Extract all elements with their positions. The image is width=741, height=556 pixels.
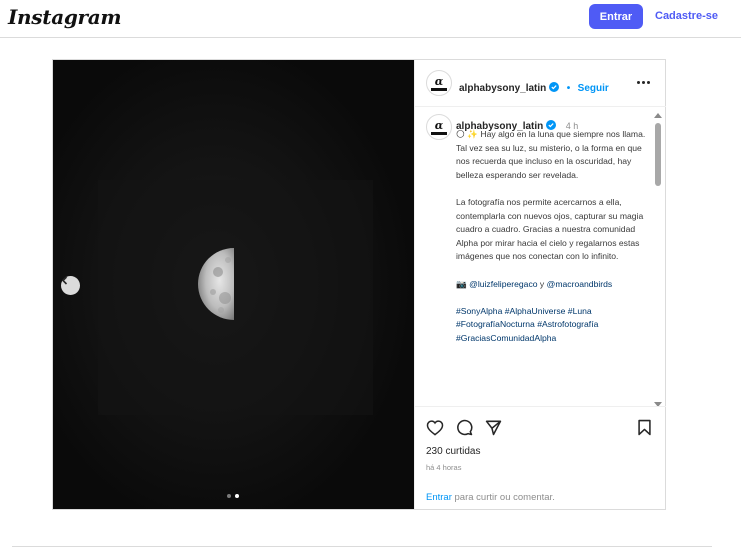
previous-slide-button[interactable]: [61, 276, 80, 295]
credit-join: y: [537, 278, 545, 289]
login-to-comment-link[interactable]: Entrar: [426, 492, 452, 503]
avatar[interactable]: α: [426, 114, 452, 140]
carousel-dot: [227, 494, 231, 498]
comment-icon[interactable]: [456, 419, 473, 436]
hashtag-list[interactable]: #SonyAlpha #AlphaUniverse #Luna #Fotogra…: [456, 305, 646, 346]
chevron-left-icon: [61, 276, 68, 285]
share-icon[interactable]: [485, 419, 502, 436]
moon-photo: [53, 60, 414, 509]
avatar[interactable]: α: [426, 70, 452, 96]
scroll-up-arrow[interactable]: [654, 113, 662, 118]
instagram-logo[interactable]: Instagram: [8, 5, 122, 29]
caption-scrollbar[interactable]: [653, 112, 663, 408]
scroll-thumb[interactable]: [655, 123, 661, 186]
post-actions: 230 curtidas há 4 horas Entrar para curt…: [415, 406, 666, 509]
mention-link[interactable]: @luizfeliperegaco: [469, 279, 537, 289]
heart-icon[interactable]: [426, 419, 444, 436]
camera-emoji: 📷: [456, 278, 467, 289]
post-timestamp[interactable]: há 4 horas: [426, 463, 461, 472]
separator-dot: •: [566, 83, 571, 94]
carousel-indicator: [227, 494, 239, 498]
username-link[interactable]: alphabysony_latin: [459, 83, 546, 94]
post-side-panel: α alphabysony_latin • Seguir α alphabyso…: [414, 60, 666, 509]
caption-text: 🌕 ✨ Hay algo en la luna que siempre nos …: [456, 128, 646, 359]
like-count[interactable]: 230 curtidas: [426, 446, 480, 457]
comment-prompt-text: para curtir ou comentar.: [451, 492, 555, 503]
alpha-logo-icon: α: [434, 74, 444, 88]
bookmark-icon[interactable]: [637, 419, 652, 436]
signup-link[interactable]: Cadastre-se: [655, 10, 718, 22]
mention-link[interactable]: @macroandbirds: [547, 279, 613, 289]
login-button[interactable]: Entrar: [589, 4, 643, 29]
caption-paragraph-1: Hay algo en la luna que siempre nos llam…: [456, 129, 646, 180]
carousel-dot-active: [235, 494, 239, 498]
caption-emojis: 🌕 ✨: [456, 129, 479, 139]
alpha-logo-icon: α: [434, 118, 444, 132]
top-navigation: Instagram Entrar Cadastre-se: [0, 0, 741, 38]
caption-area[interactable]: α alphabysony_latin 4 h 🌕 ✨ Hay algo en …: [415, 108, 666, 406]
footer-divider: [12, 546, 712, 547]
post-card: α alphabysony_latin • Seguir α alphabyso…: [52, 59, 666, 510]
more-options-icon[interactable]: [637, 81, 650, 84]
verified-badge-icon: [549, 82, 560, 92]
follow-button[interactable]: Seguir: [578, 83, 609, 94]
post-media[interactable]: [53, 60, 414, 509]
post-author: alphabysony_latin • Seguir: [459, 78, 609, 96]
post-header: α alphabysony_latin • Seguir: [415, 60, 666, 107]
comment-prompt: Entrar para curtir ou comentar.: [426, 492, 555, 503]
caption-paragraph-2: La fotografía nos permite acercarnos a e…: [456, 196, 644, 262]
